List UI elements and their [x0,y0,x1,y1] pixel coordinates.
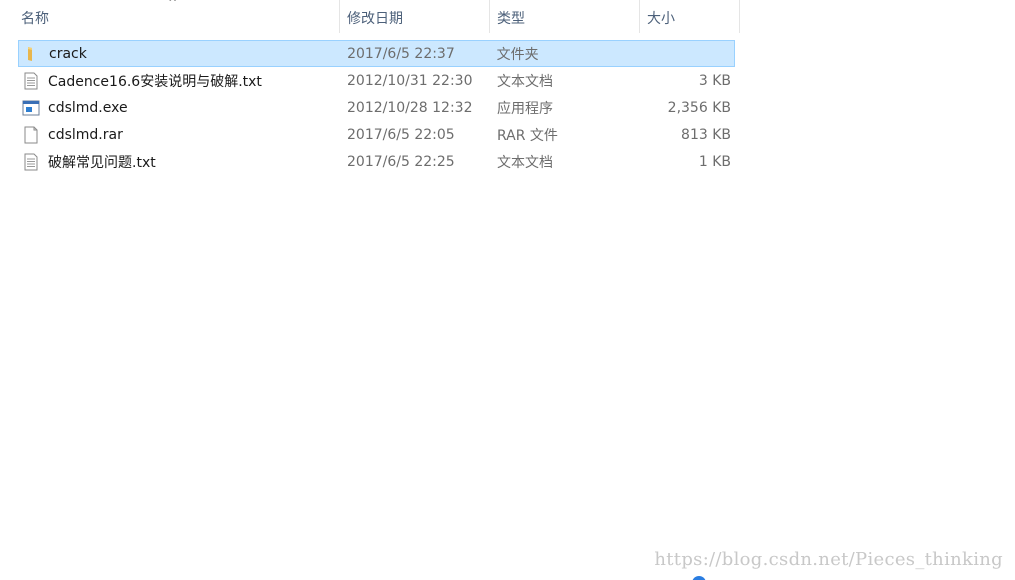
file-row[interactable]: cdslmd.exe 2012/10/28 12:32 应用程序 2,356 K… [18,94,735,121]
column-header-date[interactable]: 修改日期 [340,0,490,33]
file-date: 2012/10/28 12:32 [347,99,473,116]
file-name-cell: crack [19,45,340,63]
file-type: 应用程序 [497,100,553,117]
file-size: 3 KB [698,72,731,89]
column-header-date-label: 修改日期 [347,11,403,27]
file-row[interactable]: cdslmd.rar 2017/6/5 22:05 RAR 文件 813 KB [18,121,735,148]
exe-file-icon [22,99,40,117]
file-date: 2017/6/5 22:05 [347,126,455,143]
folder-icon [23,45,41,63]
file-size: 1 KB [698,153,731,170]
sort-ascending-icon: ^ [168,0,178,9]
file-type: 文件夹 [496,46,539,63]
file-date: 2017/6/5 22:37 [347,45,455,62]
text-file-icon [22,153,40,171]
file-list: crack 2017/6/5 22:37 文件夹 Cadence16.6安装说明… [18,40,735,175]
file-name-cell: cdslmd.rar [18,126,340,144]
column-header-name[interactable]: ^ 名称 [0,0,340,33]
column-header-type-label: 类型 [497,11,525,27]
file-date: 2012/10/31 22:30 [347,72,473,89]
file-size: 813 KB [681,126,731,143]
file-name: cdslmd.exe [48,99,128,116]
column-header-name-label: 名称 [21,11,49,27]
file-name: 破解常见问题.txt [48,154,156,171]
file-name: cdslmd.rar [48,126,123,143]
file-explorer-window: ^ 名称 修改日期 类型 大小 crack 2017/6/5 22:37 文件夹… [0,0,1015,580]
column-header-size[interactable]: 大小 [640,0,740,33]
file-name-cell: Cadence16.6安装说明与破解.txt [18,71,340,91]
file-row[interactable]: 破解常见问题.txt 2017/6/5 22:25 文本文档 1 KB [18,148,735,175]
file-name: crack [49,45,87,62]
watermark-url: https://blog.csdn.net/Pieces_thinking [654,549,1003,570]
file-row[interactable]: Cadence16.6安装说明与破解.txt 2012/10/31 22:30 … [18,67,735,94]
file-type: 文本文档 [497,154,553,171]
file-row[interactable]: crack 2017/6/5 22:37 文件夹 [18,40,735,67]
file-name: Cadence16.6安装说明与破解.txt [48,73,262,90]
file-size: 2,356 KB [667,99,731,116]
rar-file-icon [22,126,40,144]
text-file-icon [22,72,40,90]
file-type: RAR 文件 [497,127,558,144]
file-date: 2017/6/5 22:25 [347,153,455,170]
column-header-type[interactable]: 类型 [490,0,640,33]
file-name-cell: 破解常见问题.txt [18,152,340,172]
column-header-size-label: 大小 [647,11,675,27]
column-header-bar: ^ 名称 修改日期 类型 大小 [0,0,740,33]
file-type: 文本文档 [497,73,553,90]
notification-dot-icon [692,576,706,580]
file-name-cell: cdslmd.exe [18,99,340,117]
